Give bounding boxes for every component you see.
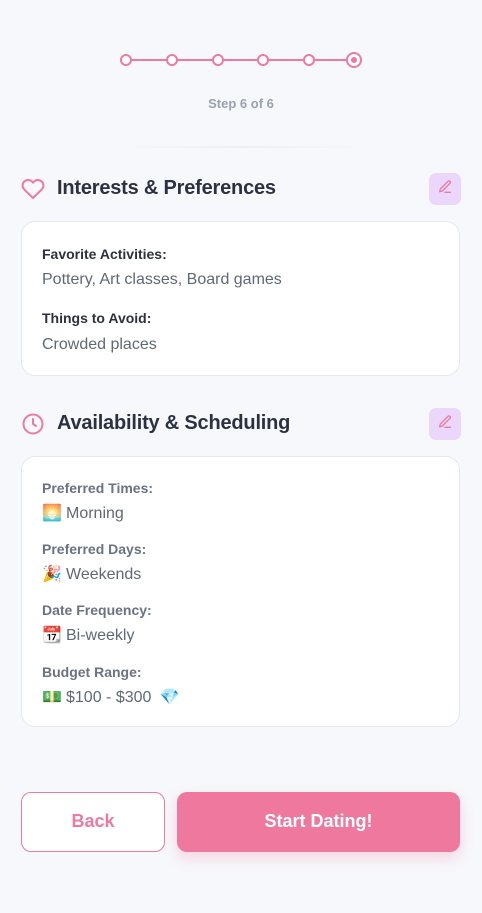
pencil-icon xyxy=(437,179,453,200)
interests-card: Favorite Activities: Pottery, Art classe… xyxy=(21,221,460,376)
step-4-dot xyxy=(257,54,269,66)
budget-range-value: 💵 $100 - $300 💎 xyxy=(42,687,184,707)
step-6-dot-current xyxy=(346,52,362,68)
progress-stepper xyxy=(120,52,362,68)
onboarding-review-page: Step 6 of 6 Interests & Preferences Favo… xyxy=(0,0,482,913)
divider xyxy=(120,146,362,148)
preferred-times-text: Morning xyxy=(66,505,124,522)
things-to-avoid-value: Crowded places xyxy=(42,336,157,353)
budget-range-label: Budget Range: xyxy=(42,664,142,680)
interests-section-title: Interests & Preferences xyxy=(57,177,276,199)
preferred-times-label: Preferred Times: xyxy=(42,480,154,496)
step-3-dot xyxy=(212,54,224,66)
date-frequency-label: Date Frequency: xyxy=(42,602,152,618)
availability-section-header: Availability & Scheduling xyxy=(21,408,461,440)
preferred-days-label: Preferred Days: xyxy=(42,541,147,557)
budget-range-text: $100 - $300 xyxy=(66,689,152,706)
preferred-times-value: 🌅 Morning xyxy=(42,503,124,523)
heart-icon xyxy=(21,177,45,201)
date-frequency-value: 📆 Bi-weekly xyxy=(42,625,134,645)
party-popper-icon: 🎉 xyxy=(42,564,62,583)
back-button[interactable]: Back xyxy=(21,792,165,852)
interests-section-header: Interests & Preferences xyxy=(21,173,461,205)
things-to-avoid-label: Things to Avoid: xyxy=(42,310,152,326)
gem-icon: 💎 xyxy=(159,687,180,706)
preferred-days-value: 🎉 Weekends xyxy=(42,564,141,584)
step-5-dot xyxy=(303,54,315,66)
clock-icon xyxy=(21,412,45,436)
step-indicator-text: Step 6 of 6 xyxy=(208,96,274,111)
preferred-days-text: Weekends xyxy=(66,566,142,583)
edit-availability-button[interactable] xyxy=(429,408,461,440)
sunrise-icon: 🌅 xyxy=(42,503,62,522)
step-1-dot xyxy=(120,54,132,66)
step-2-dot xyxy=(166,54,178,66)
edit-interests-button[interactable] xyxy=(429,173,461,205)
date-frequency-text: Bi-weekly xyxy=(66,627,135,644)
favorite-activities-value: Pottery, Art classes, Board games xyxy=(42,271,282,288)
favorite-activities-label: Favorite Activities: xyxy=(42,246,167,262)
calendar-icon: 📆 xyxy=(42,625,62,644)
money-icon: 💵 xyxy=(42,687,62,706)
stepper-line xyxy=(126,59,356,61)
pencil-icon xyxy=(437,414,453,435)
availability-section-title: Availability & Scheduling xyxy=(57,412,291,434)
availability-card: Preferred Times: 🌅 Morning Preferred Days… xyxy=(21,456,460,727)
start-dating-button[interactable]: Start Dating! xyxy=(177,792,460,852)
